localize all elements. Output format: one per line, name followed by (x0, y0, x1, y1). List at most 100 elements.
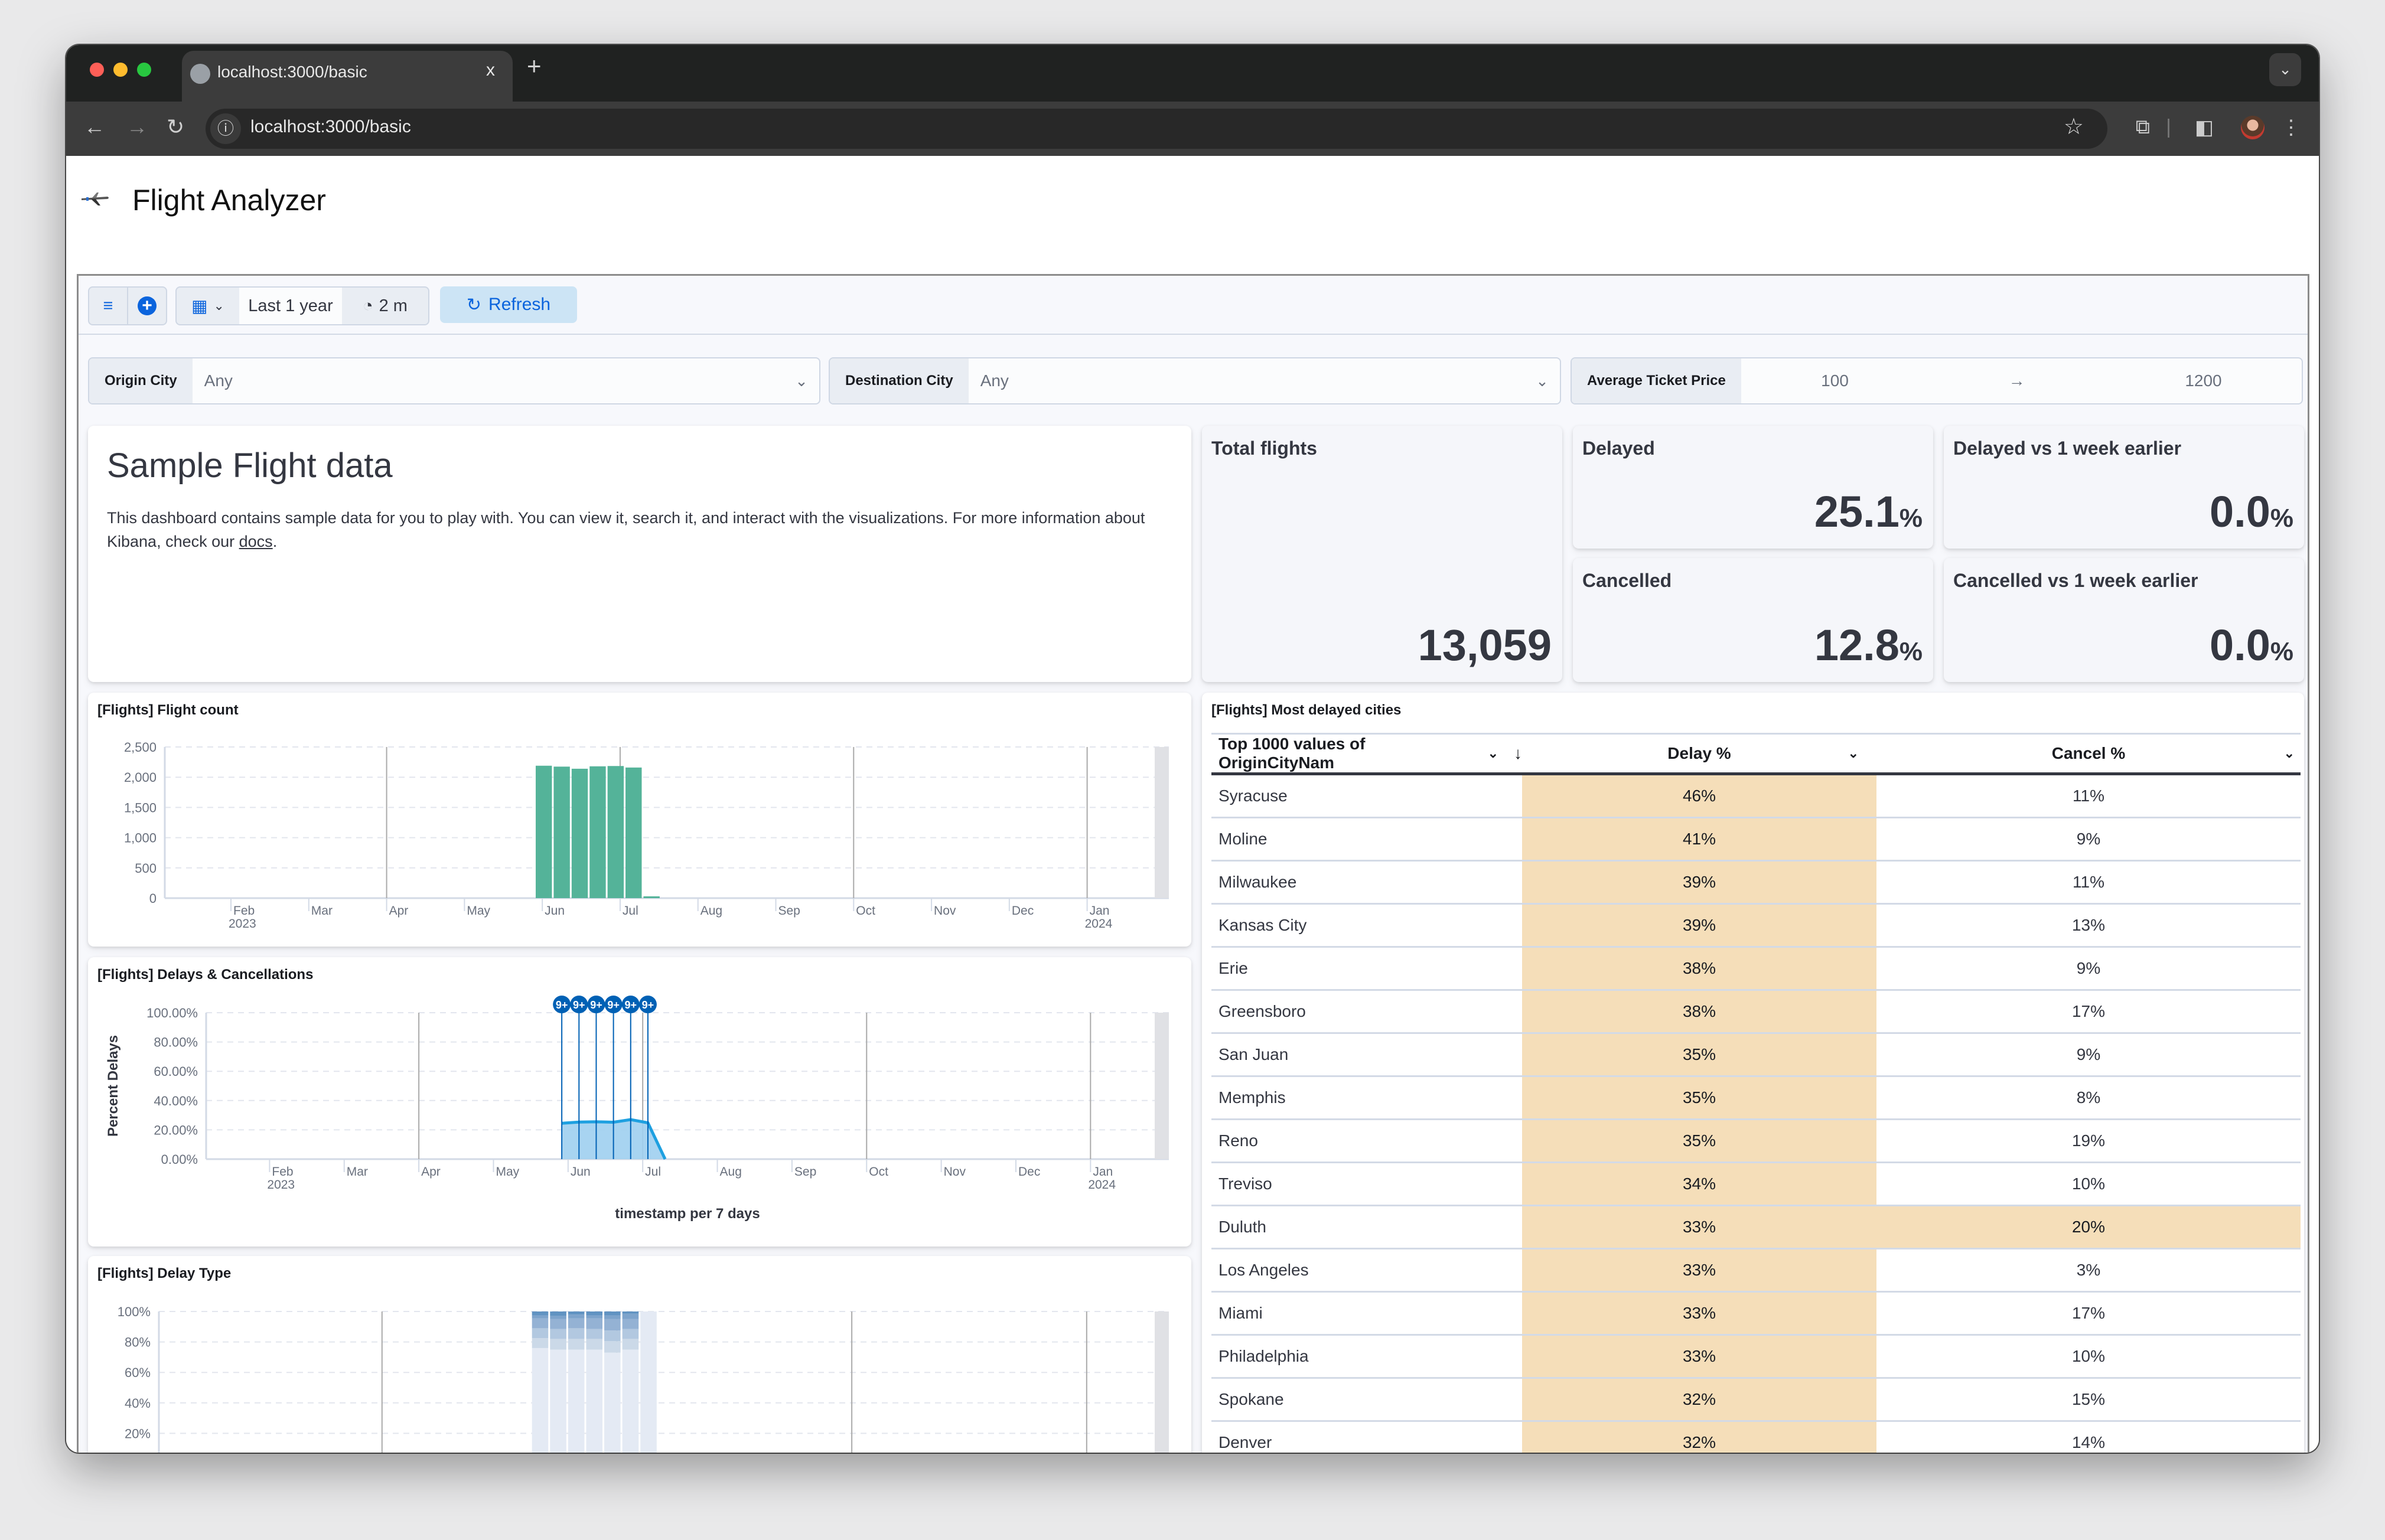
table-row[interactable]: Memphis 35% 8% (1211, 1077, 2301, 1120)
stacked-bar-segment (622, 1319, 639, 1329)
chevron-down-icon[interactable]: ⌄ (2284, 746, 2295, 761)
markdown-panel: Sample Flight data This dashboard contai… (88, 426, 1191, 682)
table-row[interactable]: Syracuse 46% 11% (1211, 775, 2301, 818)
date-range-button[interactable]: Last 1 year (239, 288, 342, 324)
table-row[interactable]: Treviso 34% 10% (1211, 1163, 2301, 1206)
table-row[interactable]: Duluth 33% 20% (1211, 1206, 2301, 1249)
delay-cell: 35% (1522, 1034, 1876, 1075)
delay-cell: 33% (1522, 1249, 1876, 1291)
stacked-bar-segment (622, 1313, 639, 1319)
table-row[interactable]: Milwaukee 39% 11% (1211, 862, 2301, 905)
tab-search-chevron-icon[interactable]: ⌄ (2269, 53, 2301, 86)
destination-city-control[interactable]: Destination City Any ⌄ (829, 357, 1561, 404)
metric-title: Delayed vs 1 week earlier (1953, 438, 2182, 459)
cities-table: Top 1000 values of OriginCityNam ⌄ ↓ Del… (1211, 733, 2301, 1453)
side-panel-icon[interactable]: ◧ (2195, 116, 2214, 139)
new-tab-button[interactable]: + (527, 52, 542, 80)
back-arrow-icon[interactable]: ← (84, 115, 105, 139)
origin-city-value[interactable]: Any (193, 371, 784, 390)
table-row[interactable]: Moline 41% 9% (1211, 818, 2301, 862)
table-row[interactable]: Kansas City 39% 13% (1211, 905, 2301, 948)
table-row[interactable]: Greensboro 38% 17% (1211, 991, 2301, 1034)
x-tick-label: Jun (545, 904, 565, 918)
bar (607, 766, 624, 898)
reload-icon[interactable]: ↻ (167, 115, 184, 139)
stacked-bar-segment (568, 1311, 585, 1315)
city-cell: Moline (1218, 830, 1268, 848)
profile-avatar[interactable] (2241, 116, 2265, 139)
bookmark-star-icon[interactable]: ☆ (2064, 113, 2084, 140)
table-row[interactable]: Philadelphia 33% 10% (1211, 1336, 2301, 1379)
delay-cell: 32% (1522, 1422, 1876, 1453)
chevron-down-icon[interactable]: ⌄ (1488, 746, 1498, 761)
column-label: Cancel % (2051, 744, 2126, 762)
close-window-button[interactable] (90, 63, 104, 77)
table-row[interactable]: Miami 33% 17% (1211, 1293, 2301, 1336)
chevron-down-icon[interactable]: ⌄ (784, 372, 819, 390)
bar (589, 766, 606, 898)
table-row[interactable]: Los Angeles 33% 3% (1211, 1249, 2301, 1293)
ticket-price-label: Average Ticket Price (1572, 358, 1741, 403)
city-cell: Philadelphia (1218, 1347, 1309, 1365)
minimize-window-button[interactable] (113, 63, 128, 77)
url-text[interactable]: localhost:3000/basic (250, 117, 411, 137)
address-bar[interactable]: ⓘ localhost:3000/basic ☆ (206, 109, 2107, 149)
browser-tab[interactable]: localhost:3000/basic x (182, 51, 513, 102)
delay-type-chart[interactable]: 0%20%40%60%80%100%Feb2023Mar Apr May Jun Jul… (88, 1256, 1191, 1453)
bar (553, 766, 570, 898)
x-tick-label: Jan (1090, 904, 1110, 918)
docs-link[interactable]: docs (239, 533, 273, 550)
x-tick-year: 2023 (229, 917, 256, 931)
x-tick-label: Jul (623, 904, 638, 918)
refresh-label: Refresh (488, 295, 551, 314)
calendar-dropdown-button[interactable]: ▦ ⌄ (177, 288, 239, 324)
y-tick-label: 20.00% (154, 1123, 198, 1137)
table-row[interactable]: Erie 38% 9% (1211, 948, 2301, 991)
filter-group: ≡ + (88, 286, 167, 325)
chevron-down-icon[interactable]: ⌄ (1848, 746, 1859, 761)
add-filter-button[interactable]: + (128, 288, 166, 324)
column-header-cancel[interactable]: Cancel % ⌄ (1876, 744, 2301, 763)
column-header-delay[interactable]: Delay % ⌄ (1522, 744, 1876, 763)
cancel-cell: 9% (2076, 1045, 2101, 1063)
dashboard: ≡ + ▦ ⌄ Last 1 year ◔ 2 m ↻ Refresh Orig… (77, 274, 2309, 1453)
app-title: Flight Analyzer (132, 184, 326, 217)
x-tick-label: Aug (720, 1165, 742, 1179)
price-max-input[interactable]: 1200 (2185, 371, 2221, 390)
stacked-bar-segment (550, 1316, 566, 1319)
destination-city-value[interactable]: Any (969, 371, 1524, 390)
forward-arrow-icon[interactable]: → (126, 115, 148, 139)
site-info-icon[interactable]: ⓘ (210, 113, 241, 144)
flight-count-chart[interactable]: 0 500 1,000 1,500 2,000 2,500 Feb2023 Mar Apr May… (88, 693, 1191, 947)
metric-value: 0.0% (2210, 487, 2293, 537)
bar (625, 767, 642, 898)
metric-number: 0.0 (2210, 487, 2270, 536)
refresh-button[interactable]: ↻ Refresh (440, 286, 577, 323)
delays-chart[interactable]: 0.00%20.00%40.00%60.00%80.00%100.00%Feb2… (88, 957, 1191, 1247)
close-tab-icon[interactable]: x (486, 60, 495, 80)
sort-down-arrow-icon[interactable]: ↓ (1514, 744, 1522, 763)
table-row[interactable]: San Juan 35% 9% (1211, 1034, 2301, 1077)
ticket-price-control[interactable]: Average Ticket Price 100 → 1200 (1571, 357, 2303, 404)
origin-city-control[interactable]: Origin City Any ⌄ (88, 357, 820, 404)
stacked-bar-segment (550, 1349, 566, 1453)
markdown-body: This dashboard contains sample data for … (107, 506, 1191, 553)
table-row[interactable]: Denver 32% 14% (1211, 1422, 2301, 1453)
metric-title: Total flights (1211, 438, 1317, 459)
table-row[interactable]: Spokane 32% 15% (1211, 1379, 2301, 1422)
extensions-puzzle-icon[interactable]: ⧉ (2136, 116, 2150, 139)
more-menu-icon[interactable]: ⋮ (2281, 116, 2301, 139)
table-row[interactable]: Reno 35% 19% (1211, 1120, 2301, 1163)
maximize-window-button[interactable] (137, 63, 151, 77)
stacked-bar-segment (568, 1314, 585, 1319)
chevron-down-icon[interactable]: ⌄ (1524, 372, 1560, 390)
filter-menu-icon[interactable]: ≡ (89, 288, 128, 324)
x-tick-label: Jan (1093, 1165, 1113, 1179)
page: Flight Analyzer ≡ + ▦ ⌄ Last 1 year ◔ 2 m (66, 156, 2319, 1453)
metric-value: 13,059 (1418, 621, 1552, 670)
auto-refresh-button[interactable]: ◔ 2 m (342, 288, 428, 324)
column-header-city[interactable]: Top 1000 values of OriginCityNam ⌄ ↓ (1211, 735, 1522, 772)
price-min-input[interactable]: 100 (1821, 371, 1849, 390)
y-tick-label: 500 (135, 861, 157, 876)
city-cell: Kansas City (1218, 916, 1307, 934)
